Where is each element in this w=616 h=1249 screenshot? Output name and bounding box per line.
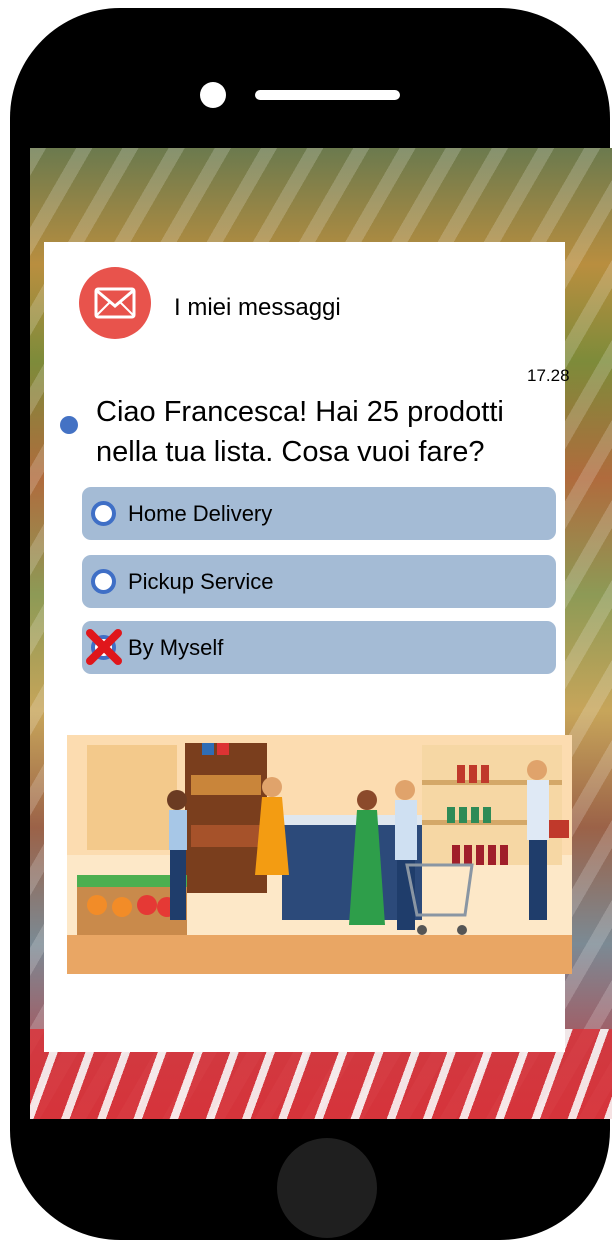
cross-icon — [86, 629, 122, 665]
app-title: I miei messaggi — [174, 294, 341, 321]
unread-indicator — [60, 416, 78, 434]
option-by-myself[interactable]: By Myself — [82, 621, 556, 674]
message-text: Ciao Francesca! Hai 25 prodotti nella tu… — [96, 396, 504, 468]
message-timestamp: 17.28 — [527, 366, 570, 385]
radio-icon[interactable] — [91, 501, 116, 526]
option-label: Pickup Service — [128, 569, 274, 594]
camera-icon — [200, 82, 226, 108]
option-home-delivery[interactable]: Home Delivery — [82, 487, 556, 540]
supermarket-illustration — [67, 735, 572, 974]
speaker-grille — [255, 90, 400, 100]
option-pickup-service[interactable]: Pickup Service — [82, 555, 556, 608]
option-label: Home Delivery — [128, 501, 273, 526]
option-label: By Myself — [128, 635, 224, 660]
message-card: I miei messaggi 17.28 Ciao Francesca! Ha… — [44, 242, 572, 1052]
radio-icon[interactable] — [91, 569, 116, 594]
envelope-icon[interactable] — [79, 267, 151, 339]
home-button[interactable] — [277, 1138, 377, 1238]
